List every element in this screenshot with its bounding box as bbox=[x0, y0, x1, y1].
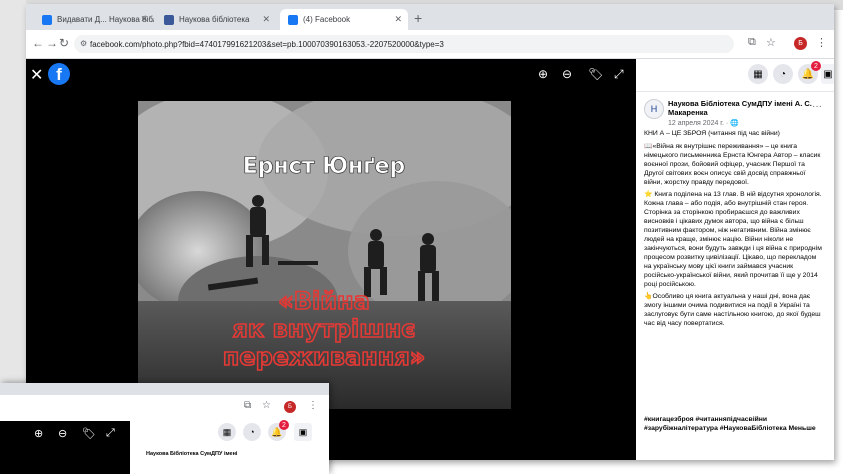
tab-title: Наукова бібліотека bbox=[179, 15, 250, 24]
cast-icon[interactable]: ⧉ bbox=[244, 400, 251, 411]
fullscreen-icon[interactable]: ⤢ bbox=[106, 427, 115, 440]
tab-2[interactable]: Наукова бібліотека ✕ bbox=[156, 9, 276, 30]
facebook-tab-icon bbox=[164, 14, 174, 25]
overlapping-browser-window: ⧉ ☆ Б ⋮ ⊕ ⊖ 🏷 ⤢ ▦ ◔ 🔔 2 ▣ Наукова Бібліо… bbox=[0, 383, 329, 474]
bookmark-star-icon[interactable]: ☆ bbox=[766, 36, 776, 49]
cast-icon[interactable]: ⧉ bbox=[748, 36, 756, 49]
close-icon[interactable]: ✕ bbox=[30, 65, 43, 85]
notification-count-badge: 2 bbox=[279, 420, 289, 430]
facebook-tab-icon bbox=[288, 14, 298, 25]
post-paragraph: 📖«Війна як внутрішнє переживання» – це к… bbox=[644, 142, 821, 186]
post-paragraph: КНИ А – ЦЕ ЗБРОЯ (читання під час війни) bbox=[644, 130, 780, 137]
messenger-icon[interactable]: ◔ bbox=[243, 423, 261, 441]
url-text: facebook.com/photo.php?fbid=474017991621… bbox=[90, 39, 444, 49]
overlapping-toolbar: ⧉ ☆ Б ⋮ bbox=[0, 395, 329, 421]
new-tab-button[interactable]: + bbox=[414, 10, 422, 26]
tab-title: Видавати Д... Наукова бібліотека bbox=[57, 15, 154, 24]
book-title-line-3: переживання» bbox=[223, 343, 425, 371]
tab-bar: Видавати Д... Наукова бібліотека ✕ Науко… bbox=[26, 4, 834, 30]
post-sidebar: ▦ ◔ 🔔 2 ▣ Н Наукова Бібліотека СумДПУ ім… bbox=[636, 59, 834, 460]
book-author-text: Ернст Юнґер bbox=[243, 154, 406, 179]
notification-count-badge: 2 bbox=[811, 61, 821, 71]
facebook-logo-icon[interactable]: f bbox=[48, 63, 70, 85]
close-tab-icon[interactable]: ✕ bbox=[140, 14, 148, 25]
notifications-bell-icon[interactable]: 🔔 2 bbox=[798, 61, 821, 84]
bookmark-star-icon[interactable]: ☆ bbox=[262, 400, 271, 411]
book-cover-photo[interactable]: Ернст Юнґер «Війна як внутрішнє пережива… bbox=[138, 101, 511, 409]
post-paragraph: 👆Особливо ця книга актуальна у наші дні,… bbox=[644, 293, 821, 328]
post-paragraph: ⭐ Книга поділена на 13 глав. В ній відсу… bbox=[644, 191, 822, 288]
overlapping-tab-bar bbox=[0, 383, 329, 395]
overlapping-photo-viewer: ⊕ ⊖ 🏷 ⤢ bbox=[0, 421, 130, 474]
address-bar[interactable]: ⚙ facebook.com/photo.php?fbid=4740179916… bbox=[74, 35, 734, 53]
post-hashtags[interactable]: #книгацезброя #читанняпідчасвійни #заруб… bbox=[644, 416, 824, 434]
back-arrow-icon[interactable]: ← bbox=[32, 36, 44, 50]
zoom-in-icon[interactable]: ⊕ bbox=[34, 427, 43, 440]
account-avatar[interactable]: ▣ bbox=[821, 64, 834, 84]
notifications-bell-icon[interactable]: 🔔 2 bbox=[268, 420, 289, 441]
browser-toolbar: ← → ↻ ⚙ facebook.com/photo.php?fbid=4740… bbox=[26, 30, 834, 59]
overlapping-sidebar: ▦ ◔ 🔔 2 ▣ Наукова Бібліотека СумДПУ імен… bbox=[130, 420, 329, 474]
menu-grid-icon[interactable]: ▦ bbox=[748, 64, 768, 84]
battle-scene-illustration: Ернст Юнґер «Війна як внутрішнє пережива… bbox=[138, 101, 511, 409]
sidebar-top-bar: ▦ ◔ 🔔 2 ▣ bbox=[636, 59, 834, 92]
menu-kebab-icon[interactable]: ⋮ bbox=[816, 36, 827, 49]
fullscreen-icon[interactable]: ⤢ bbox=[614, 67, 624, 82]
post-date[interactable]: 12 апреля 2024 г. · 🌐 bbox=[668, 119, 739, 127]
forward-arrow-icon[interactable]: → bbox=[46, 36, 58, 50]
menu-kebab-icon[interactable]: ⋮ bbox=[308, 400, 318, 411]
tag-icon[interactable]: 🏷 bbox=[82, 427, 96, 440]
close-tab-icon[interactable]: ✕ bbox=[394, 14, 402, 25]
menu-grid-icon[interactable]: ▦ bbox=[218, 423, 236, 441]
page-name-link[interactable]: Наукова Бібліотека СумДПУ імені А. С. Ма… bbox=[668, 99, 818, 117]
tab-1[interactable]: Видавати Д... Наукова бібліотека ✕ bbox=[34, 9, 154, 30]
zoom-out-icon[interactable]: ⊖ bbox=[58, 427, 67, 440]
book-title-line-2: як внутрішнє bbox=[232, 315, 415, 343]
post-text: КНИ А – ЦЕ ЗБРОЯ (читання під час війни)… bbox=[644, 130, 824, 333]
tag-icon[interactable]: 🏷 bbox=[588, 67, 603, 81]
zoom-out-icon[interactable]: ⊖ bbox=[562, 67, 572, 81]
book-title-line-1: «Війна bbox=[278, 287, 370, 315]
page-name-link[interactable]: Наукова Бібліотека СумДПУ імені bbox=[146, 451, 237, 457]
tab-3[interactable]: (4) Facebook ✕ bbox=[280, 9, 408, 30]
reload-icon[interactable]: ↻ bbox=[59, 36, 69, 50]
page-avatar[interactable]: Н bbox=[644, 99, 664, 119]
profile-avatar[interactable]: Б bbox=[284, 401, 296, 413]
zoom-in-icon[interactable]: ⊕ bbox=[538, 67, 548, 81]
account-avatar[interactable]: ▣ bbox=[294, 423, 312, 441]
close-tab-icon[interactable]: ✕ bbox=[262, 14, 270, 25]
tab-title: (4) Facebook bbox=[303, 15, 351, 24]
more-options-button[interactable]: ··· bbox=[812, 101, 822, 112]
facebook-tab-icon bbox=[42, 14, 52, 25]
messenger-icon[interactable]: ◔ bbox=[773, 64, 793, 84]
profile-avatar[interactable]: Б bbox=[794, 37, 807, 50]
site-info-icon[interactable]: ⚙ bbox=[80, 39, 87, 48]
